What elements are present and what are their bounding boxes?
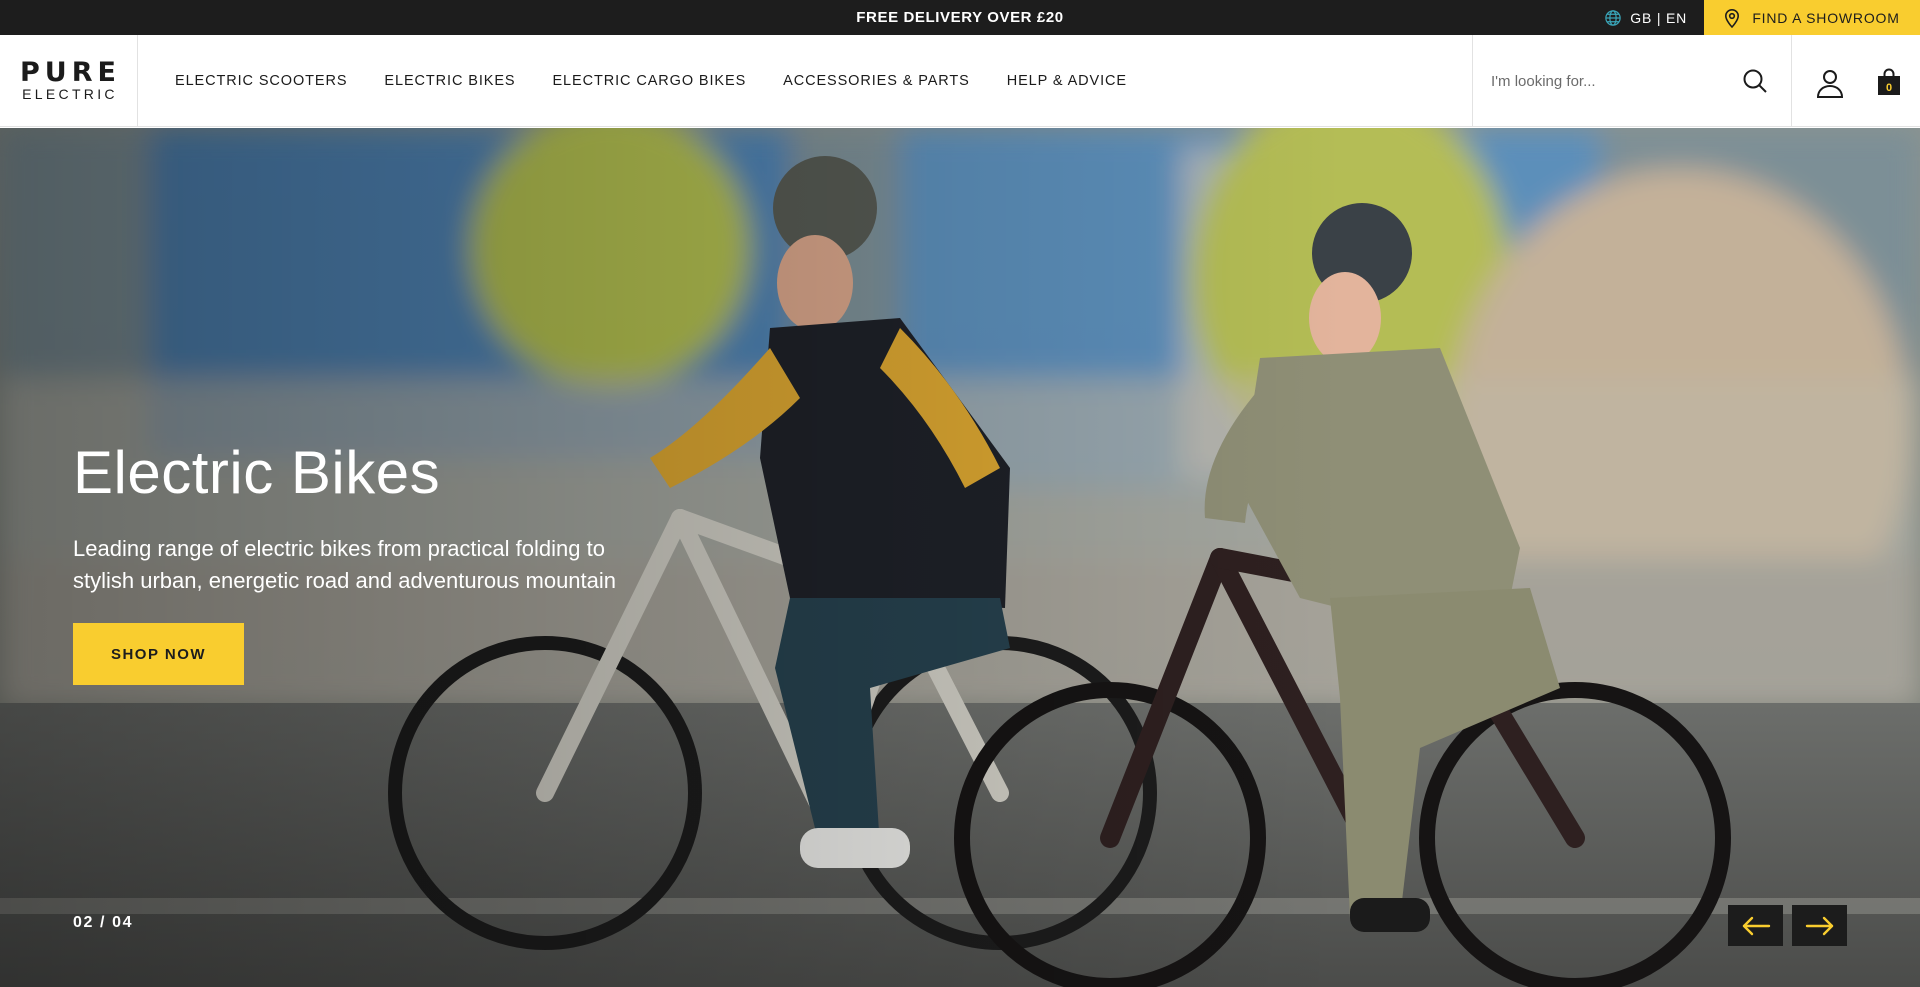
find-showroom-label: FIND A SHOWROOM bbox=[1752, 9, 1900, 26]
map-pin-icon bbox=[1725, 8, 1740, 28]
cart-count: 0 bbox=[1886, 82, 1892, 94]
logo-wordmark-bottom: ELECTRIC bbox=[22, 86, 118, 102]
nav-item-electric-cargo-bikes[interactable]: ELECTRIC CARGO BIKES bbox=[552, 73, 746, 89]
arrow-left-icon bbox=[1742, 916, 1770, 935]
globe-icon bbox=[1605, 9, 1622, 26]
search-box bbox=[1472, 35, 1792, 127]
locale-selector[interactable]: GB | EN bbox=[1604, 0, 1687, 35]
slide-counter: 02 / 04 bbox=[73, 914, 134, 931]
carousel-prev-button[interactable] bbox=[1728, 905, 1783, 946]
find-showroom-button[interactable]: FIND A SHOWROOM bbox=[1704, 0, 1920, 35]
shopping-bag-icon: 0 bbox=[1878, 68, 1900, 95]
top-announcement-bar: FREE DELIVERY OVER £20 GB | EN FIND A SH… bbox=[0, 0, 1920, 35]
hero-title: Electric Bikes bbox=[73, 439, 441, 506]
pure-electric-logo[interactable]: PURE ELECTRIC bbox=[0, 35, 138, 127]
user-icon[interactable] bbox=[1814, 67, 1846, 99]
shop-now-button[interactable]: SHOP NOW bbox=[73, 623, 244, 685]
nav-item-electric-bikes[interactable]: ELECTRIC BIKES bbox=[384, 73, 515, 89]
carousel-next-button[interactable] bbox=[1792, 905, 1847, 946]
shopping-bag-button[interactable]: 0 bbox=[1876, 67, 1902, 97]
logo-wordmark-top: PURE bbox=[20, 57, 121, 88]
nav-item-accessories-parts[interactable]: ACCESSORIES & PARTS bbox=[783, 73, 970, 89]
site-header: PURE ELECTRIC ELECTRIC SCOOTERS ELECTRIC… bbox=[0, 35, 1920, 127]
locale-label: GB | EN bbox=[1630, 9, 1687, 26]
nav-item-help-advice[interactable]: HELP & ADVICE bbox=[1007, 73, 1127, 89]
hero-carousel: Electric Bikes Leading range of electric… bbox=[0, 128, 1920, 987]
nav-item-electric-scooters[interactable]: ELECTRIC SCOOTERS bbox=[175, 73, 347, 89]
arrow-right-icon bbox=[1805, 916, 1833, 935]
search-input[interactable] bbox=[1491, 65, 1731, 97]
hero-description: Leading range of electric bikes from pra… bbox=[73, 536, 617, 593]
search-icon[interactable] bbox=[1741, 67, 1769, 95]
main-navigation: ELECTRIC SCOOTERS ELECTRIC BIKES ELECTRI… bbox=[175, 35, 1127, 127]
